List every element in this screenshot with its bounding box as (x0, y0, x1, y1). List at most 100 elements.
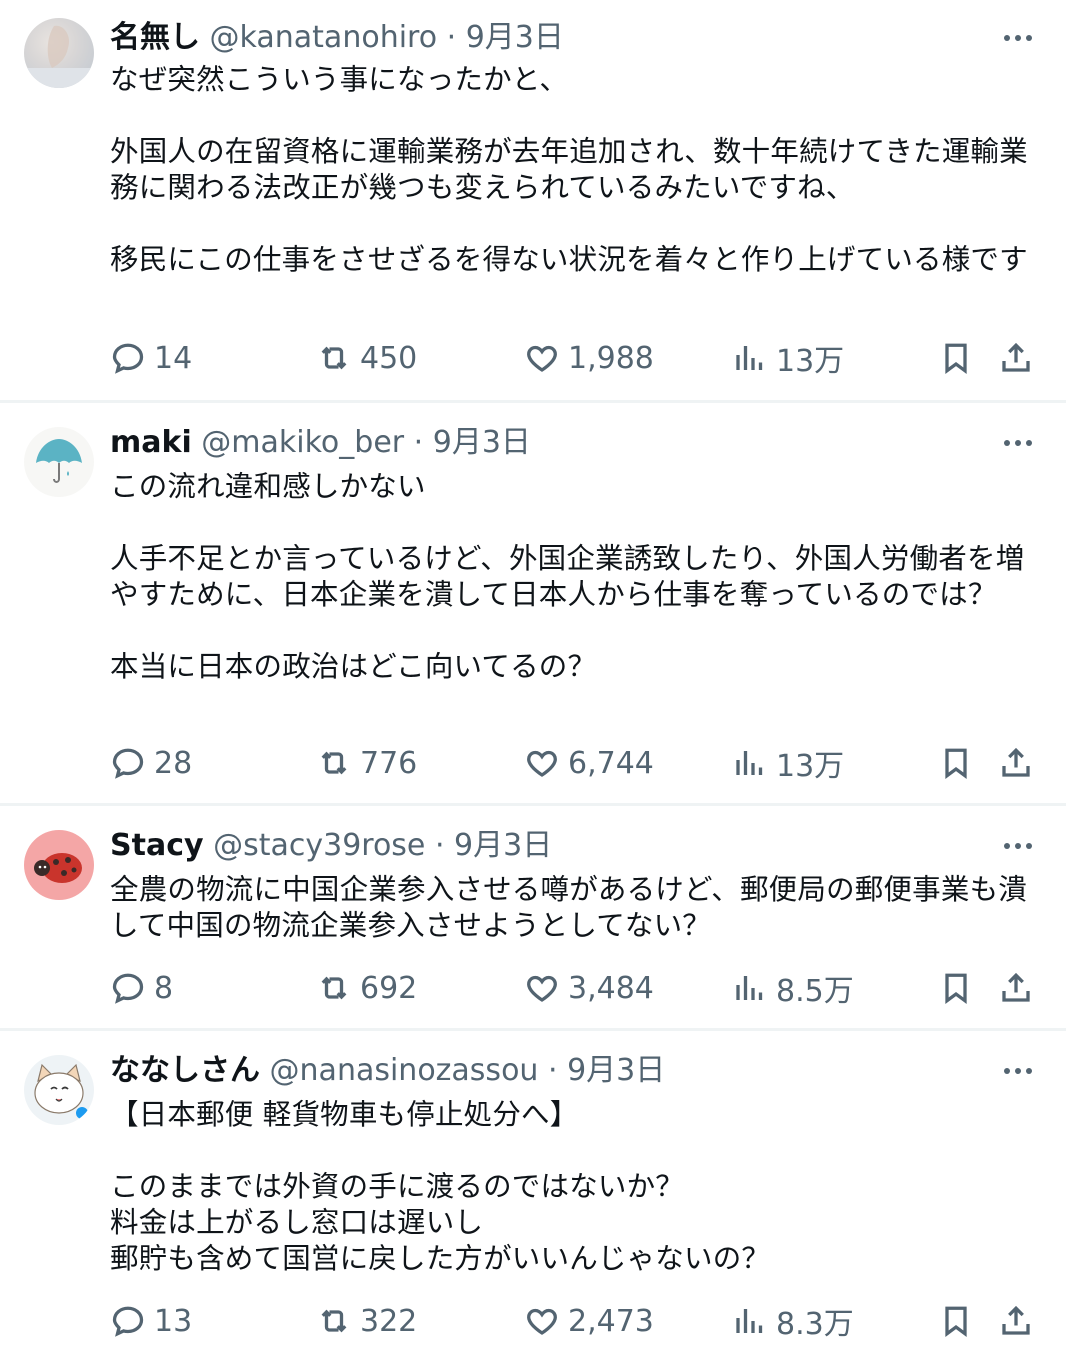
reply-button[interactable]: 8 (110, 966, 173, 1010)
repost-button[interactable]: 776 (316, 741, 417, 785)
tweet[interactable]: maki @makiko_ber · 9月3日 この流れ違和感しかない 人手不足… (0, 403, 1066, 803)
view-count: 13万 (776, 344, 845, 379)
views-button[interactable]: 13万 (732, 741, 844, 785)
heart-icon (527, 1308, 557, 1335)
reply-icon (112, 973, 144, 1004)
avatar[interactable] (24, 427, 94, 497)
display-name[interactable]: maki (110, 425, 192, 460)
view-count: 8.3万 (776, 1307, 854, 1342)
like-count: 1,988 (568, 340, 654, 376)
reply-button[interactable]: 14 (110, 336, 192, 380)
share-button[interactable] (998, 741, 1034, 785)
avatar-photo-icon (24, 18, 94, 88)
tweet[interactable]: ななしさん @nanasinozassou · 9月3日 【日本郵便 軽貨物車も… (0, 1031, 1066, 1358)
views-button[interactable]: 8.5万 (732, 966, 854, 1010)
post-date[interactable]: 9月3日 (466, 20, 564, 55)
repost-button[interactable]: 692 (316, 966, 417, 1010)
display-name[interactable]: Stacy (110, 828, 204, 863)
tweet-header: Stacy @stacy39rose · 9月3日 (110, 826, 996, 866)
display-name[interactable]: 名無し (110, 20, 200, 55)
repost-icon (321, 751, 347, 775)
reply-icon (112, 1306, 144, 1337)
heart-icon (527, 750, 557, 777)
reply-button[interactable]: 28 (110, 741, 192, 785)
share-icon (1002, 342, 1030, 372)
avatar[interactable] (24, 830, 94, 900)
post-date[interactable]: 9月3日 (454, 828, 552, 863)
more-options-button[interactable] (1000, 828, 1036, 864)
separator-dot: · (434, 828, 445, 863)
display-name[interactable]: ななしさん (110, 1053, 260, 1088)
tweet-text: 【日本郵便 軽貨物車も停止処分へ】 このままでは外資の手に渡るのではないか？ 料… (110, 1098, 771, 1275)
views-chart-icon (736, 751, 763, 775)
separator-dot: · (446, 20, 457, 55)
user-handle[interactable]: @makiko_ber (201, 425, 404, 460)
like-button[interactable]: 1,988 (524, 336, 654, 380)
heart-icon (527, 345, 557, 372)
avatar[interactable] (24, 18, 94, 88)
heart-icon (527, 975, 557, 1002)
action-bar: 28 776 6,744 13万 (110, 741, 1036, 785)
repost-count: 692 (360, 970, 418, 1006)
tweet[interactable]: Stacy @stacy39rose · 9月3日 全農の物流に中国企業参入させ… (0, 806, 1066, 1028)
user-handle[interactable]: @kanatanohiro (210, 20, 438, 55)
bookmark-button[interactable] (938, 741, 974, 785)
reply-count: 14 (154, 340, 193, 376)
more-dots-icon (1004, 35, 1032, 41)
tweet-text: 全農の物流に中国企業参入させる噂があるけど、郵便局の郵便事業も潰して中国の物流企… (110, 873, 1027, 942)
ladybug-icon (24, 830, 94, 900)
like-count: 2,473 (568, 1303, 654, 1339)
bookmark-icon (945, 1306, 967, 1338)
views-button[interactable]: 13万 (732, 336, 844, 380)
bookmark-button[interactable] (938, 336, 974, 380)
post-date[interactable]: 9月3日 (433, 425, 531, 460)
reply-count: 13 (154, 1303, 193, 1339)
view-count: 13万 (776, 749, 845, 784)
more-dots-icon (1004, 843, 1032, 849)
views-chart-icon (736, 346, 763, 370)
tweet-header: maki @makiko_ber · 9月3日 (110, 423, 996, 463)
action-bar: 13 322 2,473 8.3万 (110, 1299, 1036, 1343)
bookmark-button[interactable] (938, 966, 974, 1010)
cat-icon (24, 1055, 94, 1125)
user-handle[interactable]: @stacy39rose (213, 828, 425, 863)
more-options-button[interactable] (1000, 20, 1036, 56)
share-icon (1002, 1305, 1030, 1335)
bookmark-icon (945, 343, 967, 375)
more-options-button[interactable] (1000, 1053, 1036, 1089)
share-icon (1002, 747, 1030, 777)
more-dots-icon (1004, 1068, 1032, 1074)
reply-icon (112, 748, 144, 779)
user-handle[interactable]: @nanasinozassou (270, 1053, 539, 1088)
like-button[interactable]: 3,484 (524, 966, 654, 1010)
bookmark-icon (945, 973, 967, 1005)
reply-count: 8 (154, 970, 174, 1006)
tweet-text: なぜ突然こういう事になったかと、 外国人の在留資格に運輸業務が去年追加され、数十… (110, 63, 1028, 276)
like-button[interactable]: 2,473 (524, 1299, 654, 1343)
more-dots-icon (1004, 440, 1032, 446)
more-options-button[interactable] (1000, 425, 1036, 461)
tweet-header: ななしさん @nanasinozassou · 9月3日 (110, 1051, 996, 1091)
views-button[interactable]: 8.3万 (732, 1299, 854, 1343)
share-button[interactable] (998, 1299, 1034, 1343)
tweet[interactable]: 名無し @kanatanohiro · 9月3日 なぜ突然こういう事になったかと… (0, 0, 1066, 400)
bookmark-icon (945, 748, 967, 780)
repost-button[interactable]: 322 (316, 1299, 417, 1343)
tweet-header: 名無し @kanatanohiro · 9月3日 (110, 18, 996, 58)
post-date[interactable]: 9月3日 (567, 1053, 665, 1088)
repost-button[interactable]: 450 (316, 336, 417, 380)
like-count: 3,484 (568, 970, 654, 1006)
reply-icon (112, 343, 144, 374)
tweet-text: この流れ違和感しかない 人手不足とか言っているけど、外国企業誘致したり、外国人労… (110, 470, 1025, 683)
views-chart-icon (736, 976, 763, 1000)
repost-icon (321, 346, 347, 370)
reply-button[interactable]: 13 (110, 1299, 192, 1343)
action-bar: 8 692 3,484 8.5万 (110, 966, 1036, 1010)
share-button[interactable] (998, 966, 1034, 1010)
share-button[interactable] (998, 336, 1034, 380)
repost-count: 776 (360, 745, 418, 781)
avatar[interactable] (24, 1055, 94, 1125)
bookmark-button[interactable] (938, 1299, 974, 1343)
like-button[interactable]: 6,744 (524, 741, 654, 785)
like-count: 6,744 (568, 745, 654, 781)
